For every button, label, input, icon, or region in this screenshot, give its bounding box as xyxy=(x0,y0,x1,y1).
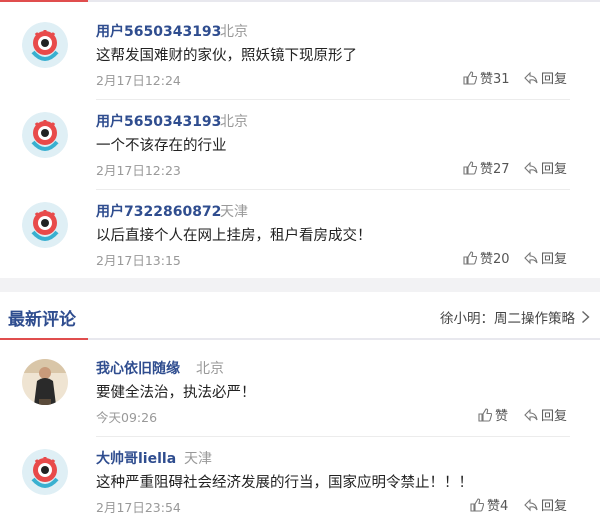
weibo-default-avatar-icon[interactable] xyxy=(22,449,68,495)
like-count: 赞20 xyxy=(480,252,510,267)
reply-arrow-icon xyxy=(524,408,538,421)
username-link[interactable]: 用户5650343193 xyxy=(96,111,221,131)
user-location: 天津 xyxy=(184,451,212,467)
comment-text: 以后直接个人在网上挂房，租户看房成交！ xyxy=(96,228,372,244)
username-link[interactable]: 我心依旧随缘 xyxy=(96,358,180,378)
comment-item: 用户5650343193 北京 这帮发国难财的家伙，照妖镜下现原形了 2月17日… xyxy=(0,10,600,100)
thumbs-up-icon xyxy=(463,70,477,85)
like-count: 赞 xyxy=(495,409,509,424)
comment-text: 这种严重阻碍社会经济发展的行当，国家应明令禁止！！！ xyxy=(96,475,473,491)
comment-time: 2月17日12:23 xyxy=(96,163,181,178)
weibo-default-avatar-icon[interactable] xyxy=(22,202,68,248)
thumbs-up-icon xyxy=(478,407,492,422)
like-button[interactable]: 赞 xyxy=(478,405,508,424)
thumbs-up-icon xyxy=(470,497,484,512)
comment-item: 我心依旧随缘 北京 要健全法治，执法必严！ 今天09:26 赞 回复 xyxy=(0,347,600,437)
reply-label: 回复 xyxy=(541,252,568,267)
username-link[interactable]: 用户7322860872 xyxy=(96,201,221,221)
reply-arrow-icon xyxy=(524,71,538,84)
hot-comment-list: 用户5650343193 北京 这帮发国难财的家伙，照妖镜下现原形了 2月17日… xyxy=(0,10,600,280)
username-link[interactable]: 用户5650343193 xyxy=(96,21,221,41)
comment-item: 大帅哥liella 天津 这种严重阻碍社会经济发展的行当，国家应明令禁止！！！ … xyxy=(0,437,600,527)
weibo-default-avatar-icon[interactable] xyxy=(22,112,68,158)
user-location: 北京 xyxy=(196,361,224,377)
chevron-right-icon xyxy=(582,310,590,324)
reply-label: 回复 xyxy=(541,72,568,87)
like-button[interactable]: 赞27 xyxy=(463,158,510,177)
like-button[interactable]: 赞31 xyxy=(463,68,510,87)
reply-arrow-icon xyxy=(524,251,538,264)
comment-text: 要健全法治，执法必严！ xyxy=(96,385,256,401)
promo-link[interactable]: 徐小明：周二操作策略 xyxy=(440,307,590,327)
user-location: 天津 xyxy=(220,204,248,220)
comment-item: 用户7322860872 天津 以后直接个人在网上挂房，租户看房成交！ 2月17… xyxy=(0,190,600,280)
user-photo-avatar-icon[interactable] xyxy=(22,359,68,405)
user-location: 北京 xyxy=(220,24,248,40)
like-count: 赞27 xyxy=(480,162,510,177)
latest-comment-list: 我心依旧随缘 北京 要健全法治，执法必严！ 今天09:26 赞 回复 大帅哥li… xyxy=(0,347,600,527)
comment-time: 2月17日13:15 xyxy=(96,253,181,268)
reply-button[interactable]: 回复 xyxy=(524,495,567,514)
reply-button[interactable]: 回复 xyxy=(524,68,567,87)
reply-label: 回复 xyxy=(541,162,568,177)
reply-arrow-icon xyxy=(524,161,538,174)
section-spacer xyxy=(0,278,600,292)
reply-label: 回复 xyxy=(541,409,568,424)
like-count: 赞31 xyxy=(480,72,510,87)
thumbs-up-icon xyxy=(463,160,477,175)
reply-button[interactable]: 回复 xyxy=(524,405,567,424)
comment-time: 今天09:26 xyxy=(96,410,158,425)
comment-item: 用户5650343193 北京 一个不该存在的行业 2月17日12:23 赞27… xyxy=(0,100,600,190)
reply-arrow-icon xyxy=(524,498,538,511)
reply-button[interactable]: 回复 xyxy=(524,158,567,177)
reply-label: 回复 xyxy=(541,499,568,514)
reply-button[interactable]: 回复 xyxy=(524,248,567,267)
latest-section-header: 最新评论 徐小明：周二操作策略 xyxy=(0,292,600,340)
section-divider xyxy=(0,338,600,340)
like-count: 赞4 xyxy=(487,499,509,514)
comment-text: 这帮发国难财的家伙，照妖镜下现原形了 xyxy=(96,48,357,64)
comment-text: 一个不该存在的行业 xyxy=(96,138,227,154)
thumbs-up-icon xyxy=(463,250,477,265)
section-title: 最新评论 xyxy=(8,310,76,330)
username-link[interactable]: 大帅哥liella xyxy=(96,448,176,468)
top-divider xyxy=(0,0,600,2)
user-location: 北京 xyxy=(220,114,248,130)
comment-time: 2月17日12:24 xyxy=(96,73,181,88)
comment-time: 2月17日23:54 xyxy=(96,500,181,515)
weibo-default-avatar-icon[interactable] xyxy=(22,22,68,68)
promo-text: 徐小明：周二操作策略 xyxy=(440,311,575,327)
like-button[interactable]: 赞20 xyxy=(463,248,510,267)
like-button[interactable]: 赞4 xyxy=(470,495,508,514)
